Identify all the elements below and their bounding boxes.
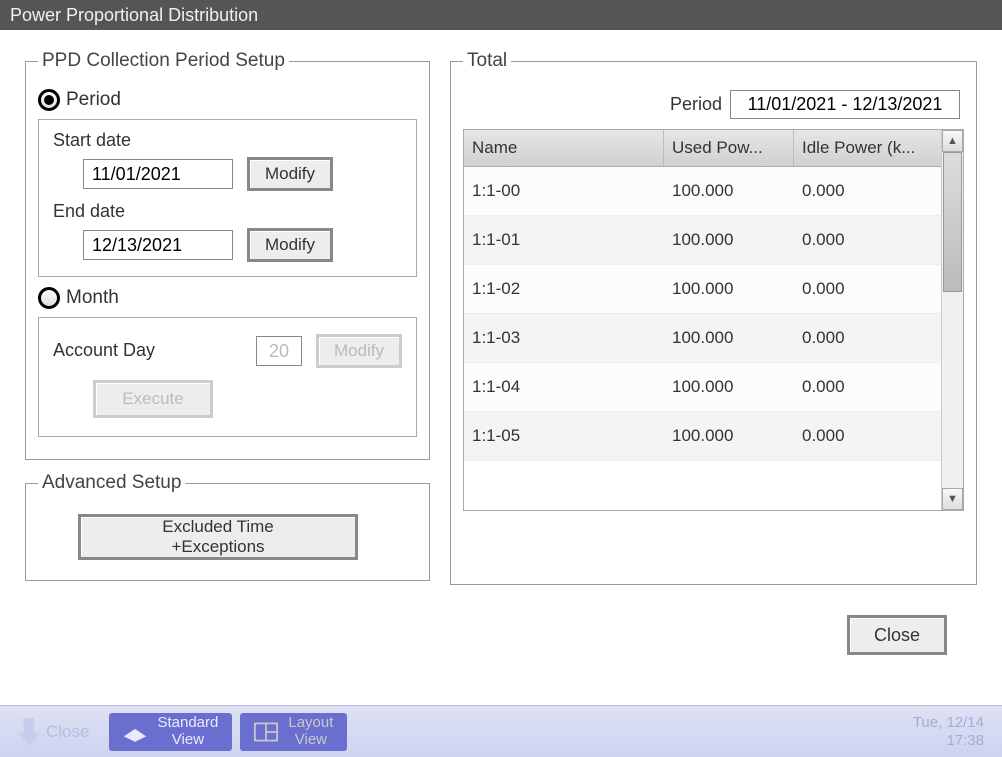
account-day-input xyxy=(256,336,302,366)
cell-name: 1:1-02 xyxy=(464,265,664,313)
total-table: Name Used Pow... Idle Power (k... 1:1-00… xyxy=(463,129,964,511)
ppd-setup-legend: PPD Collection Period Setup xyxy=(38,50,289,72)
cell-used-power: 100.000 xyxy=(664,412,794,460)
clock-time: 17:38 xyxy=(913,732,984,750)
standard-view-button[interactable]: Standard View xyxy=(109,713,232,751)
cell-used-power: 100.000 xyxy=(664,314,794,362)
cell-idle-power: 0.000 xyxy=(794,314,941,362)
month-radio-label: Month xyxy=(66,287,119,309)
cell-name: 1:1-00 xyxy=(464,167,664,215)
total-period-label: Period xyxy=(670,94,722,115)
col-name[interactable]: Name xyxy=(464,130,664,166)
advanced-setup-group: Advanced Setup Excluded Time +Exceptions xyxy=(25,472,430,581)
bottombar-close-button: Close xyxy=(6,714,101,750)
layout-view-label: Layout View xyxy=(288,715,333,748)
scroll-thumb[interactable] xyxy=(943,152,962,292)
ppd-setup-group: PPD Collection Period Setup Period Start… xyxy=(25,50,430,460)
table-row[interactable]: 1:1-03100.0000.000 xyxy=(464,314,941,363)
period-radio[interactable]: Period xyxy=(38,89,417,111)
cell-used-power: 100.000 xyxy=(664,265,794,313)
account-day-modify-button: Modify xyxy=(316,334,402,368)
table-row[interactable]: 1:1-01100.0000.000 xyxy=(464,216,941,265)
cell-idle-power: 0.000 xyxy=(794,216,941,264)
scroll-up-icon[interactable]: ▲ xyxy=(942,130,963,152)
cell-name: 1:1-05 xyxy=(464,412,664,460)
col-idle-power[interactable]: Idle Power (k... xyxy=(794,130,941,166)
clock: Tue, 12/14 17:38 xyxy=(913,714,984,750)
advanced-setup-legend: Advanced Setup xyxy=(38,472,185,494)
end-date-label: End date xyxy=(53,201,402,222)
bottombar-close-label: Close xyxy=(46,722,89,742)
cell-name: 1:1-04 xyxy=(464,363,664,411)
table-row[interactable]: 1:1-04100.0000.000 xyxy=(464,363,941,412)
start-date-modify-button[interactable]: Modify xyxy=(247,157,333,191)
scroll-down-icon[interactable]: ▼ xyxy=(942,488,963,510)
start-date-input[interactable] xyxy=(83,159,233,189)
cell-name: 1:1-03 xyxy=(464,314,664,362)
main-area: PPD Collection Period Setup Period Start… xyxy=(0,30,1002,676)
table-scrollbar[interactable]: ▲ ▼ xyxy=(941,130,963,510)
execute-button: Execute xyxy=(93,380,213,418)
layout-view-icon xyxy=(254,722,278,742)
cell-name: 1:1-01 xyxy=(464,216,664,264)
table-header: Name Used Pow... Idle Power (k... xyxy=(464,130,941,167)
end-date-input[interactable] xyxy=(83,230,233,260)
down-arrow-icon xyxy=(18,718,40,746)
period-frame: Start date Modify End date Modify xyxy=(38,119,417,277)
cell-idle-power: 0.000 xyxy=(794,167,941,215)
table-row[interactable]: 1:1-05100.0000.000 xyxy=(464,412,941,461)
cell-idle-power: 0.000 xyxy=(794,265,941,313)
start-date-label: Start date xyxy=(53,130,402,151)
table-row[interactable]: 1:1-02100.0000.000 xyxy=(464,265,941,314)
total-legend: Total xyxy=(463,50,511,72)
period-radio-label: Period xyxy=(66,89,121,111)
cell-used-power: 100.000 xyxy=(664,216,794,264)
col-used-power[interactable]: Used Pow... xyxy=(664,130,794,166)
excluded-time-exceptions-button[interactable]: Excluded Time +Exceptions xyxy=(78,514,358,560)
bottom-bar: Close Standard View Layout View Tue, 12/… xyxy=(0,705,1002,757)
clock-date: Tue, 12/14 xyxy=(913,714,984,732)
month-frame: Account Day Modify Execute xyxy=(38,317,417,437)
cell-idle-power: 0.000 xyxy=(794,363,941,411)
cell-idle-power: 0.000 xyxy=(794,412,941,460)
table-row[interactable]: 1:1-00100.0000.000 xyxy=(464,167,941,216)
title-bar: Power Proportional Distribution xyxy=(0,0,1002,30)
close-button[interactable]: Close xyxy=(847,615,947,655)
window-title: Power Proportional Distribution xyxy=(10,5,258,26)
standard-view-label: Standard View xyxy=(157,715,218,748)
layout-view-button[interactable]: Layout View xyxy=(240,713,347,751)
cell-used-power: 100.000 xyxy=(664,363,794,411)
total-period-value: 11/01/2021 - 12/13/2021 xyxy=(730,90,960,119)
standard-view-icon xyxy=(123,722,147,742)
radio-unselected-icon xyxy=(38,287,60,309)
account-day-label: Account Day xyxy=(53,340,155,361)
scroll-track[interactable] xyxy=(942,152,963,488)
radio-selected-icon xyxy=(38,89,60,111)
end-date-modify-button[interactable]: Modify xyxy=(247,228,333,262)
month-radio[interactable]: Month xyxy=(38,287,417,309)
cell-used-power: 100.000 xyxy=(664,167,794,215)
total-group: Total Period 11/01/2021 - 12/13/2021 Nam… xyxy=(450,50,977,585)
